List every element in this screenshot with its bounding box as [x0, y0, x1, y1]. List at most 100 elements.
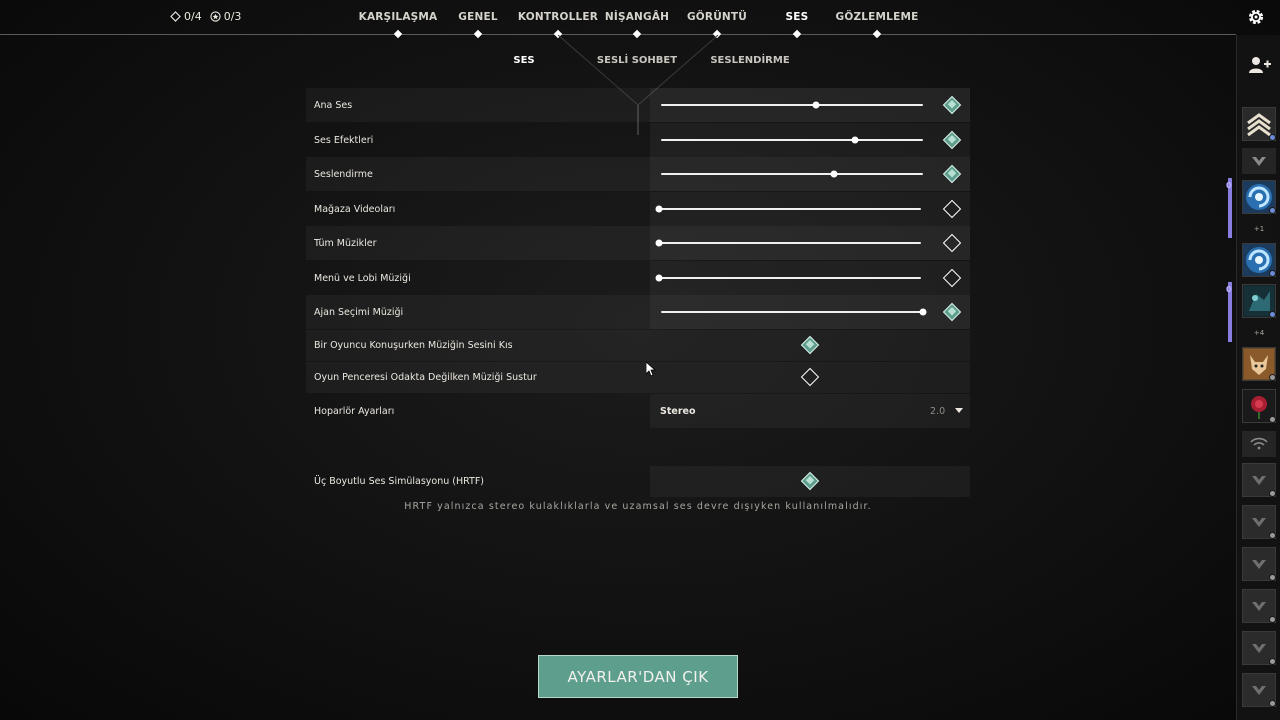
- subtab-ses[interactable]: SES: [513, 55, 534, 66]
- slider-row-ajan-secimi-muzigi: Ajan Seçimi Müziği: [306, 295, 970, 329]
- toggle-row-mute-music-speaking: Bir Oyuncu Konuşurken Müziğin Sesini Kıs: [306, 330, 970, 361]
- volume-slider-track[interactable]: [659, 277, 921, 279]
- status-dot: [1269, 134, 1276, 141]
- volume-slider-thumb[interactable]: [655, 239, 663, 247]
- star-token-counter: 0/3: [210, 10, 241, 23]
- tab-nisangah[interactable]: NİŞANGÂH: [605, 11, 669, 23]
- volume-slider-thumb[interactable]: [655, 274, 663, 282]
- status-dot: [1269, 207, 1276, 214]
- party-count: 0: [1226, 181, 1232, 190]
- speaker-selected-value: Stereo: [660, 406, 696, 417]
- subtab-seslendirme[interactable]: SESLENDİRME: [710, 55, 789, 66]
- volume-slider-thumb[interactable]: [919, 308, 927, 316]
- volume-slider-track[interactable]: [659, 242, 921, 244]
- speaker-settings-row: Hoparlör Ayarları Stereo 2.0: [306, 394, 970, 428]
- add-friend-button[interactable]: [1242, 49, 1276, 83]
- setting-label: Tüm Müzikler: [314, 238, 377, 249]
- slider-row-magaza-videolari: Mağaza Videoları: [306, 192, 970, 226]
- exit-settings-button[interactable]: AYARLAR'DAN ÇIK: [538, 655, 738, 698]
- friend-avatar[interactable]: [1242, 389, 1276, 423]
- mouse-cursor-icon: [646, 362, 656, 377]
- gear-icon: [1248, 9, 1264, 25]
- party-more-label: +4: [1253, 329, 1265, 337]
- setting-label: Ana Ses: [314, 100, 353, 111]
- volume-slider-track[interactable]: [661, 139, 923, 141]
- slider-row-menu-lobi-muzigi: Menü ve Lobi Müziği: [306, 261, 970, 295]
- party-count: 0: [1226, 285, 1232, 294]
- slider-row-ses-efektleri: Ses Efektleri: [306, 123, 970, 157]
- settings-gear-button[interactable]: [1245, 6, 1267, 28]
- tab-indicator-dot: [473, 29, 483, 39]
- volume-slider-thumb[interactable]: [830, 170, 838, 178]
- party-more-label: +1: [1253, 225, 1265, 233]
- rank-avatar[interactable]: [1242, 107, 1276, 141]
- tab-kontroller[interactable]: KONTROLLER: [518, 11, 598, 23]
- tab-ses[interactable]: SES: [786, 11, 809, 23]
- social-sidebar: 0 +1 0 +4: [1226, 35, 1280, 720]
- chevron-down-icon[interactable]: [955, 408, 963, 413]
- offline-friend-avatar[interactable]: [1242, 505, 1276, 539]
- friend-avatar[interactable]: [1242, 347, 1276, 381]
- tab-goruntu[interactable]: GÖRÜNTÜ: [687, 11, 747, 23]
- status-dot: [1269, 532, 1276, 539]
- agent-token-counter: 0/4: [170, 10, 202, 23]
- status-dot: [1269, 574, 1276, 581]
- wifi-icon: [1250, 437, 1268, 450]
- collapse-group-button[interactable]: [1242, 148, 1276, 174]
- hrtf-note: HRTF yalnızca stereo kulaklıklarla ve uz…: [404, 501, 872, 512]
- offline-friend-avatar[interactable]: [1242, 547, 1276, 581]
- volume-slider-thumb[interactable]: [851, 136, 859, 144]
- token-counters: 0/4 0/3: [170, 10, 241, 23]
- volume-slider-thumb[interactable]: [812, 101, 820, 109]
- offline-friend-avatar[interactable]: [1242, 631, 1276, 665]
- toggle-row-mute-music-unfocused: Oyun Penceresi Odakta Değilken Müziği Su…: [306, 362, 970, 393]
- setting-label: Mağaza Videoları: [314, 204, 396, 215]
- status-dot: [1269, 270, 1276, 277]
- setting-label: Ajan Seçimi Müziği: [314, 307, 404, 318]
- tab-gozlemleme[interactable]: GÖZLEMLEME: [836, 11, 919, 23]
- status-dot: [1269, 616, 1276, 623]
- top-nav-bar: 0/4 0/3 KARŞILAŞMA GENEL KONTROLLER NİŞA…: [0, 0, 1236, 39]
- friend-avatar[interactable]: [1242, 180, 1276, 214]
- toggle-checkbox[interactable]: [800, 367, 820, 387]
- setting-label: Menü ve Lobi Müziği: [314, 273, 411, 284]
- setting-label: Hoparlör Ayarları: [314, 406, 395, 417]
- setting-label: Üç Boyutlu Ses Simülasyonu (HRTF): [314, 476, 485, 487]
- subtab-sesli-sohbet[interactable]: SESLİ SOHBET: [597, 55, 677, 66]
- valorant-logo-icon: [1252, 157, 1266, 166]
- offline-group-header[interactable]: [1242, 431, 1276, 457]
- star-token-icon: [210, 11, 221, 22]
- offline-friend-avatar[interactable]: [1242, 589, 1276, 623]
- volume-slider-track[interactable]: [661, 311, 923, 313]
- status-dot: [1269, 416, 1276, 423]
- tab-genel[interactable]: GENEL: [458, 11, 497, 23]
- setting-label: Ses Efektleri: [314, 135, 374, 146]
- setting-label: Seslendirme: [314, 169, 373, 180]
- offline-friend-avatar[interactable]: [1242, 463, 1276, 497]
- offline-friend-avatar[interactable]: [1242, 673, 1276, 707]
- status-dot: [1269, 490, 1276, 497]
- tab-indicator-dot: [872, 29, 882, 39]
- setting-label: Bir Oyuncu Konuşurken Müziğin Sesini Kıs: [314, 340, 513, 351]
- volume-slider-track[interactable]: [661, 173, 923, 175]
- volume-slider-track[interactable]: [659, 208, 921, 210]
- add-friend-icon: [1249, 57, 1271, 73]
- speaker-dropdown[interactable]: [650, 394, 970, 428]
- status-dot: [1269, 311, 1276, 318]
- slider-row-seslendirme: Seslendirme: [306, 157, 970, 191]
- slider-row-tum-muzikler: Tüm Müzikler: [306, 226, 970, 260]
- tab-indicator-dot: [393, 29, 403, 39]
- toggle-checkbox[interactable]: [800, 335, 820, 355]
- tab-karsilasma[interactable]: KARŞILAŞMA: [359, 11, 438, 23]
- hrtf-row: Üç Boyutlu Ses Simülasyonu (HRTF): [306, 466, 970, 497]
- status-dot: [1269, 700, 1276, 707]
- status-dot: [1269, 658, 1276, 665]
- volume-slider-thumb[interactable]: [655, 205, 663, 213]
- friend-avatar[interactable]: [1242, 243, 1276, 277]
- agent-token-value: 0/4: [184, 10, 202, 23]
- agent-token-icon: [170, 11, 181, 22]
- slider-row-ana-ses: Ana Ses: [306, 88, 970, 122]
- friend-avatar[interactable]: [1242, 284, 1276, 318]
- volume-slider-track[interactable]: [661, 104, 923, 106]
- tab-indicator-dot: [792, 29, 802, 39]
